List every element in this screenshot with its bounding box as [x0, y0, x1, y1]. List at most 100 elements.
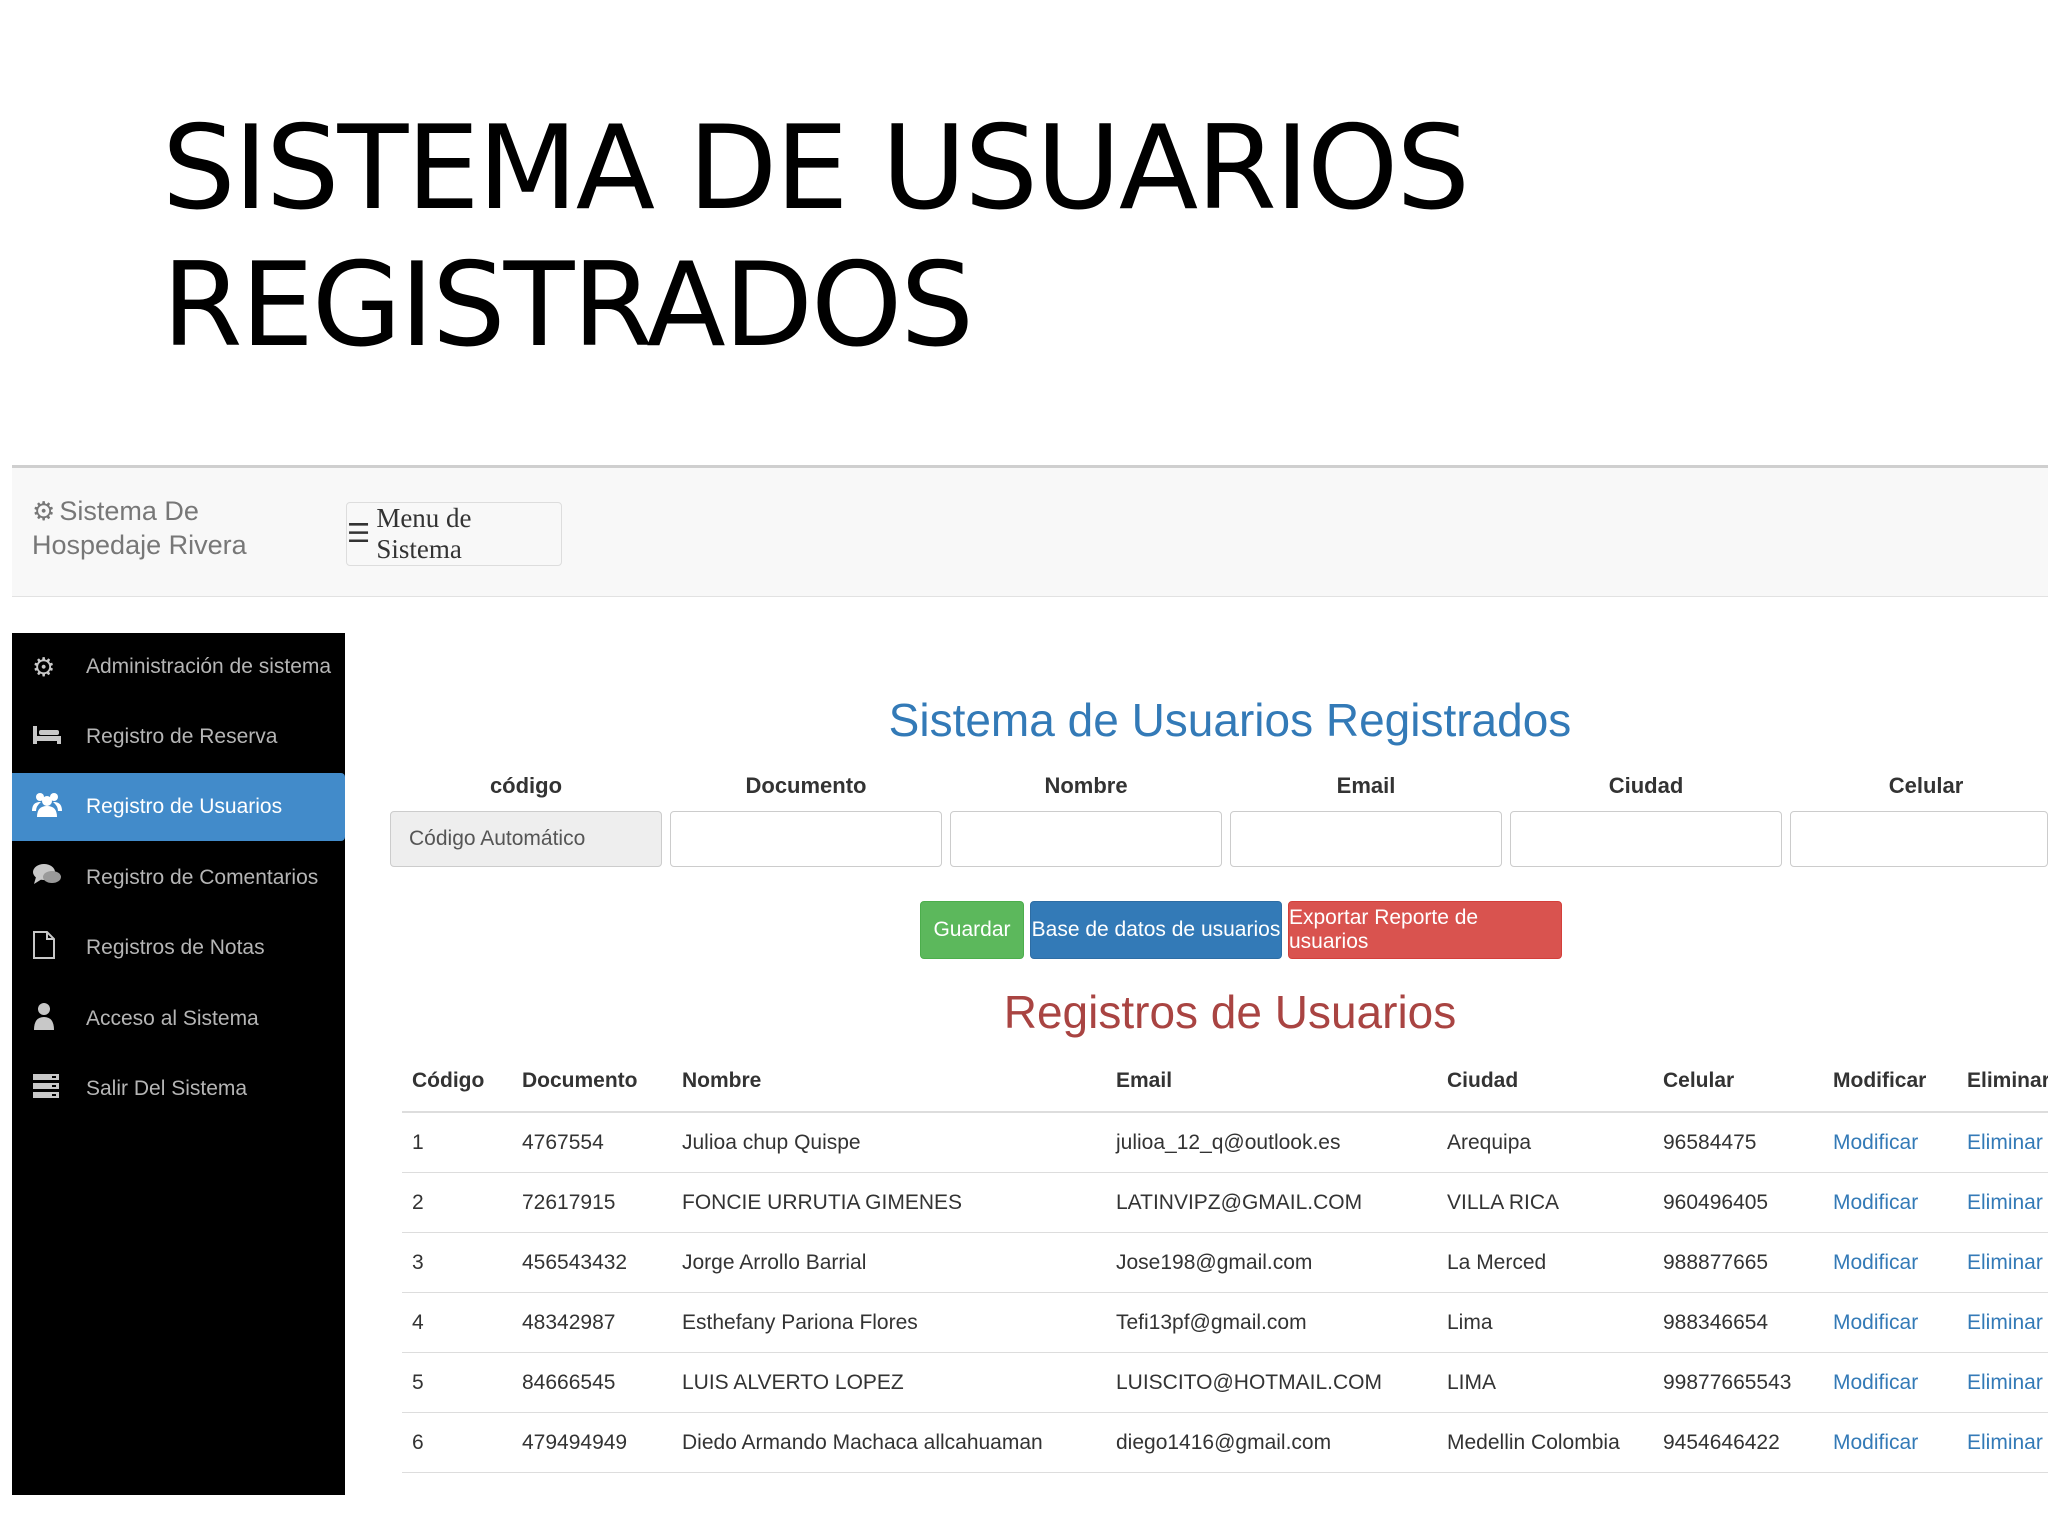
- system-menu-button[interactable]: ☰ Menu de Sistema: [346, 502, 562, 566]
- label-celular: Celular: [1888, 773, 1964, 798]
- cell-nombre: FONCIE URRUTIA GIMENES: [672, 1172, 1106, 1233]
- sidebar-item-comentarios[interactable]: Registro de Comentarios: [12, 844, 345, 912]
- cell-celular: 988877665: [1653, 1232, 1823, 1293]
- cell-ciudad: VILLA RICA: [1437, 1172, 1653, 1233]
- sidebar-item-acceso[interactable]: Acceso al Sistema: [12, 985, 345, 1053]
- sidebar: ⚙ Administración de sistema Registro de …: [12, 633, 345, 1495]
- col-email: Email: [1106, 1051, 1437, 1113]
- users-table: Código Documento Nombre Email Ciudad Cel…: [402, 1051, 2048, 1473]
- brand-text: Sistema De Hospedaje Rivera: [32, 496, 247, 560]
- cell-codigo: 2: [402, 1172, 512, 1233]
- delete-link[interactable]: Eliminar: [1957, 1292, 2048, 1353]
- sidebar-item-reserva[interactable]: Registro de Reserva: [12, 703, 345, 771]
- slide-title: SISTEMA DE USUARIOS REGISTRADOS: [162, 100, 1470, 374]
- table-row: 6 479494949 Diedo Armando Machaca allcah…: [402, 1412, 2048, 1473]
- cell-codigo: 6: [402, 1412, 512, 1473]
- table-row: 2 72617915 FONCIE URRUTIA GIMENES LATINV…: [402, 1172, 2048, 1233]
- sidebar-item-label: Salir Del Sistema: [86, 1077, 248, 1100]
- delete-link[interactable]: Eliminar: [1957, 1412, 2048, 1473]
- sidebar-item-label: Acceso al Sistema: [86, 1007, 259, 1030]
- cell-ciudad: La Merced: [1437, 1232, 1653, 1293]
- bed-icon: [32, 722, 86, 753]
- file-icon: [32, 930, 86, 966]
- sidebar-item-label: Registro de Reserva: [86, 725, 278, 748]
- cell-celular: 988346654: [1653, 1292, 1823, 1353]
- label-email: Email: [1336, 773, 1396, 798]
- ciudad-input[interactable]: [1510, 811, 1782, 867]
- col-codigo: Código: [402, 1051, 512, 1113]
- cell-codigo: 3: [402, 1232, 512, 1293]
- sidebar-item-label: Registro de Usuarios: [86, 795, 283, 818]
- cell-documento: 72617915: [512, 1172, 672, 1233]
- sidebar-item-label: Administración de sistema: [86, 655, 332, 678]
- codigo-input: [390, 811, 662, 867]
- hamburger-icon: ☰: [347, 519, 371, 549]
- modify-link[interactable]: Modificar: [1823, 1352, 1957, 1413]
- cell-documento: 84666545: [512, 1352, 672, 1413]
- celular-input[interactable]: [1790, 811, 2048, 867]
- cell-email: diego1416@gmail.com: [1106, 1412, 1437, 1473]
- cell-nombre: Esthefany Pariona Flores: [672, 1292, 1106, 1353]
- export-report-button[interactable]: Exportar Reporte de usuarios: [1288, 901, 1562, 959]
- col-nombre: Nombre: [672, 1051, 1106, 1113]
- cell-ciudad: Medellin Colombia: [1437, 1412, 1653, 1473]
- email-input[interactable]: [1230, 811, 1502, 867]
- modify-link[interactable]: Modificar: [1823, 1112, 1957, 1173]
- modify-link[interactable]: Modificar: [1823, 1172, 1957, 1233]
- table-row: 4 48342987 Esthefany Pariona Flores Tefi…: [402, 1292, 2048, 1353]
- label-ciudad: Ciudad: [1608, 773, 1684, 798]
- sidebar-item-label: Registros de Notas: [86, 936, 265, 959]
- label-documento: Documento: [745, 773, 867, 798]
- user-icon: [32, 1002, 86, 1037]
- cell-documento: 456543432: [512, 1232, 672, 1293]
- cell-email: LATINVIPZ@GMAIL.COM: [1106, 1172, 1437, 1233]
- modify-link[interactable]: Modificar: [1823, 1232, 1957, 1293]
- navbar-brand[interactable]: ⚙ Sistema De Hospedaje Rivera: [32, 494, 332, 562]
- app-screenshot: ⚙ Sistema De Hospedaje Rivera ☰ Menu de S…: [12, 465, 2048, 1495]
- users-icon: [32, 791, 86, 824]
- col-documento: Documento: [512, 1051, 672, 1113]
- col-eliminar: Eliminar: [1957, 1051, 2048, 1113]
- system-menu-label: Menu de Sistema: [376, 503, 472, 564]
- delete-link[interactable]: Eliminar: [1957, 1172, 2048, 1233]
- nombre-input[interactable]: [950, 811, 1222, 867]
- slide-title-line-2: REGISTRADOS: [162, 238, 974, 373]
- save-button-label: Guardar: [933, 918, 1011, 941]
- top-navbar: ⚙ Sistema De Hospedaje Rivera ☰ Menu de S…: [12, 465, 2048, 597]
- sidebar-item-usuarios[interactable]: Registro de Usuarios: [12, 773, 345, 841]
- sidebar-item-label: Registro de Comentarios: [86, 866, 319, 889]
- modify-link[interactable]: Modificar: [1823, 1412, 1957, 1473]
- sidebar-item-salir[interactable]: Salir Del Sistema: [12, 1055, 345, 1123]
- save-button[interactable]: Guardar: [920, 901, 1024, 959]
- cell-codigo: 1: [402, 1112, 512, 1173]
- cell-codigo: 5: [402, 1352, 512, 1413]
- cell-celular: 960496405: [1653, 1172, 1823, 1233]
- gear-icon: ⚙: [32, 496, 56, 526]
- cell-documento: 48342987: [512, 1292, 672, 1353]
- sidebar-item-notas[interactable]: Registros de Notas: [12, 914, 345, 982]
- sidebar-item-administracion[interactable]: ⚙ Administración de sistema: [12, 633, 345, 701]
- cell-ciudad: LIMA: [1437, 1352, 1653, 1413]
- cell-email: Tefi13pf@gmail.com: [1106, 1292, 1437, 1353]
- slide-title-line-1: SISTEMA DE USUARIOS: [162, 101, 1470, 236]
- cell-ciudad: Lima: [1437, 1292, 1653, 1353]
- label-nombre: Nombre: [1044, 773, 1128, 798]
- users-database-button[interactable]: Base de datos de usuarios: [1030, 901, 1282, 959]
- cell-ciudad: Arequipa: [1437, 1112, 1653, 1173]
- cell-email: LUISCITO@HOTMAIL.COM: [1106, 1352, 1437, 1413]
- cell-email: Jose198@gmail.com: [1106, 1232, 1437, 1293]
- table-row: 1 4767554 Julioa chup Quispe julioa_12_q…: [402, 1112, 2048, 1173]
- modify-link[interactable]: Modificar: [1823, 1292, 1957, 1353]
- server-icon: [32, 1073, 86, 1106]
- table-row: 3 456543432 Jorge Arrollo Barrial Jose19…: [402, 1232, 2048, 1293]
- form-heading: Sistema de Usuarios Registrados: [888, 694, 1572, 746]
- cell-celular: 96584475: [1653, 1112, 1823, 1173]
- delete-link[interactable]: Eliminar: [1957, 1232, 2048, 1293]
- col-celular: Celular: [1653, 1051, 1823, 1113]
- cell-celular: 99877665543: [1653, 1352, 1823, 1413]
- documento-input[interactable]: [670, 811, 942, 867]
- delete-link[interactable]: Eliminar: [1957, 1112, 2048, 1173]
- cell-documento: 479494949: [512, 1412, 672, 1473]
- cell-nombre: Julioa chup Quispe: [672, 1112, 1106, 1173]
- delete-link[interactable]: Eliminar: [1957, 1352, 2048, 1413]
